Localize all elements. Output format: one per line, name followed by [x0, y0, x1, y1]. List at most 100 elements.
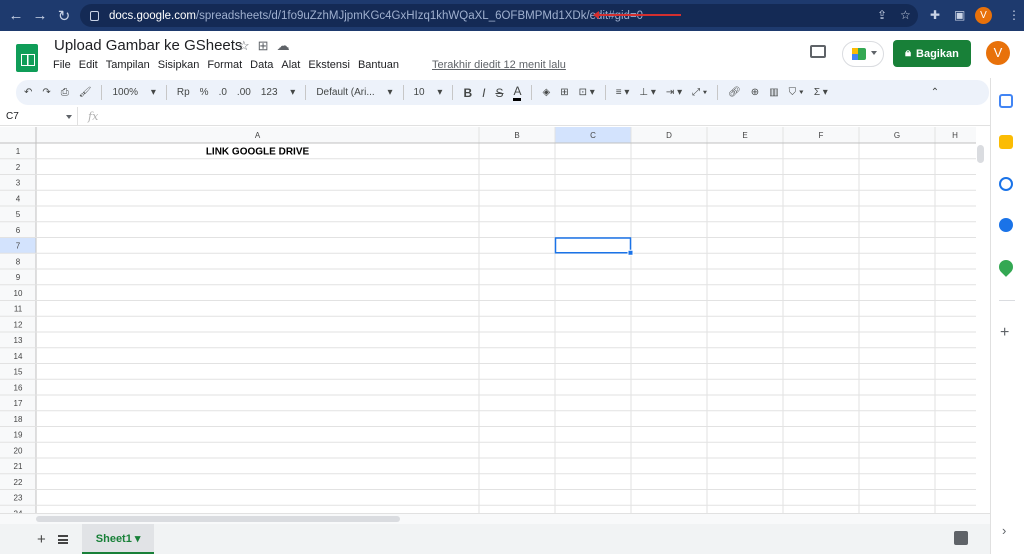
bookmark-star-icon[interactable]: ☆ [900, 8, 911, 22]
share-page-icon[interactable]: ⇪ [877, 8, 887, 22]
back-icon[interactable]: ← [4, 7, 28, 24]
forward-icon[interactable]: → [28, 7, 52, 24]
row-header-22[interactable]: 22 [14, 478, 23, 487]
column-header-a[interactable]: A [255, 131, 261, 140]
comment-history-icon[interactable] [810, 45, 826, 58]
menu-data[interactable]: Data [250, 59, 273, 71]
text-wrap-icon[interactable]: ⇥ ▾ [666, 87, 682, 98]
star-icon[interactable]: ☆ [238, 38, 258, 53]
row-header-23[interactable]: 23 [14, 494, 23, 503]
get-addons-icon[interactable]: + [1000, 324, 1009, 342]
insert-link-icon[interactable]: 🔗︎ [728, 87, 741, 98]
profile-avatar[interactable]: V [975, 7, 992, 24]
fill-handle[interactable] [627, 249, 634, 256]
menu-format[interactable]: Format [207, 59, 242, 71]
currency-format-button[interactable]: Rp [177, 87, 190, 98]
expand-panel-icon[interactable]: › [1002, 523, 1006, 538]
row-header-7[interactable]: 7 [16, 242, 21, 251]
row-header-21[interactable]: 21 [14, 462, 23, 471]
zoom-select[interactable]: 100% ▾ [112, 87, 155, 98]
row-header-3[interactable]: 3 [16, 179, 21, 188]
font-size-select[interactable]: 10 ▾ [414, 87, 443, 98]
maps-icon[interactable] [996, 257, 1016, 277]
borders-icon[interactable]: ⊞ [560, 87, 568, 98]
percent-format-button[interactable]: % [200, 87, 209, 98]
row-header-10[interactable]: 10 [14, 289, 23, 298]
collapse-toolbar-icon[interactable]: ⌃ [931, 87, 939, 98]
column-header-e[interactable]: E [742, 131, 747, 140]
bold-icon[interactable]: B [463, 86, 472, 100]
cell-a1[interactable]: LINK GOOGLE DRIVE [206, 147, 310, 158]
menu-help[interactable]: Bantuan [358, 59, 399, 71]
contacts-icon[interactable] [999, 218, 1013, 232]
insert-comment-icon[interactable]: ⊕ [751, 87, 759, 98]
sheets-logo-icon[interactable] [16, 44, 38, 72]
font-select[interactable]: Default (Ari... ▾ [316, 87, 392, 98]
row-header-14[interactable]: 14 [14, 352, 23, 361]
row-header-18[interactable]: 18 [14, 415, 23, 424]
all-sheets-icon[interactable] [57, 534, 68, 544]
row-header-13[interactable]: 13 [14, 336, 23, 345]
explore-icon[interactable] [954, 531, 968, 545]
formula-input[interactable] [98, 107, 990, 126]
column-header-d[interactable]: D [666, 131, 672, 140]
row-header-11[interactable]: 11 [14, 305, 23, 314]
share-button[interactable]: 🔒︎ Bagikan [893, 40, 971, 67]
column-header-h[interactable]: H [952, 131, 958, 140]
decrease-decimal-button[interactable]: .0 [219, 87, 227, 98]
scroll-thumb[interactable] [977, 145, 984, 163]
document-title[interactable]: Upload Gambar ke GSheets [54, 37, 242, 54]
grid-canvas[interactable]: A B C D E F G H12345678910111213141516171819202… [0, 127, 976, 513]
user-avatar[interactable]: V [986, 41, 1010, 65]
name-box[interactable]: C7 [0, 106, 78, 126]
increase-decimal-button[interactable]: .00 [237, 87, 251, 98]
reload-icon[interactable]: ↻ [52, 7, 76, 25]
row-header-15[interactable]: 15 [14, 368, 23, 377]
add-sheet-icon[interactable]: + [37, 531, 46, 548]
menu-edit[interactable]: Edit [79, 59, 98, 71]
row-header-4[interactable]: 4 [16, 194, 21, 203]
vertical-align-icon[interactable]: ⊥ ▾ [639, 87, 656, 98]
filter-icon[interactable]: ⛉ ▾ [789, 87, 804, 98]
row-header-12[interactable]: 12 [14, 320, 23, 329]
menu-file[interactable]: File [53, 59, 71, 71]
insert-chart-icon[interactable]: ▥ [769, 87, 778, 98]
column-header-g[interactable]: G [894, 131, 900, 140]
address-bar[interactable]: docs.google.com/spreadsheets/d/1fo9uZzhM… [80, 4, 918, 27]
functions-icon[interactable]: Σ ▾ [814, 87, 828, 98]
tasks-icon[interactable] [999, 177, 1013, 191]
meet-button[interactable] [842, 41, 884, 67]
tab-sheet1[interactable]: Sheet1 ▾ [81, 524, 155, 554]
menu-view[interactable]: Tampilan [106, 59, 150, 71]
horizontal-align-icon[interactable]: ≡ ▾ [616, 87, 630, 98]
text-color-icon[interactable]: A [513, 84, 522, 101]
row-header-19[interactable]: 19 [14, 431, 23, 440]
more-formats-button[interactable]: 123 ▾ [261, 87, 296, 98]
menu-insert[interactable]: Sisipkan [158, 59, 200, 71]
row-header-1[interactable]: 1 [16, 147, 21, 156]
spreadsheet-grid[interactable]: A B C D E F G H 1 2 3 4 5 6 7 8 9 10 11 12 13 14 15 16 17 18 19 20 2… [0, 127, 976, 513]
calendar-icon[interactable] [999, 94, 1013, 108]
paint-format-icon[interactable]: 🖌︎ [79, 87, 92, 98]
row-header-2[interactable]: 2 [16, 163, 21, 172]
move-folder-icon[interactable]: ⊞ [258, 38, 277, 53]
redo-icon[interactable]: ↷ [42, 87, 50, 98]
merge-cells-icon[interactable]: ⊡ ▾ [579, 87, 595, 98]
menu-extensions[interactable]: Ekstensi [308, 59, 350, 71]
row-header-8[interactable]: 8 [16, 257, 21, 266]
vertical-scrollbar[interactable] [976, 143, 988, 513]
undo-icon[interactable]: ↶ [24, 87, 32, 98]
italic-icon[interactable]: I [482, 86, 485, 100]
column-header-b[interactable]: B [514, 131, 519, 140]
cloud-status-icon[interactable]: ☁ [277, 38, 298, 53]
row-header-9[interactable]: 9 [16, 273, 21, 282]
menu-tools[interactable]: Alat [281, 59, 300, 71]
column-header-f[interactable]: F [819, 131, 824, 140]
print-icon[interactable]: ⎙ [61, 87, 69, 98]
row-header-20[interactable]: 20 [14, 446, 23, 455]
keep-icon[interactable] [999, 135, 1013, 149]
row-header-17[interactable]: 17 [14, 399, 23, 408]
extensions-icon[interactable]: ✚ [930, 8, 940, 22]
menu-icon[interactable]: ⋮ [1008, 8, 1020, 22]
horizontal-scrollbar[interactable] [0, 513, 990, 524]
